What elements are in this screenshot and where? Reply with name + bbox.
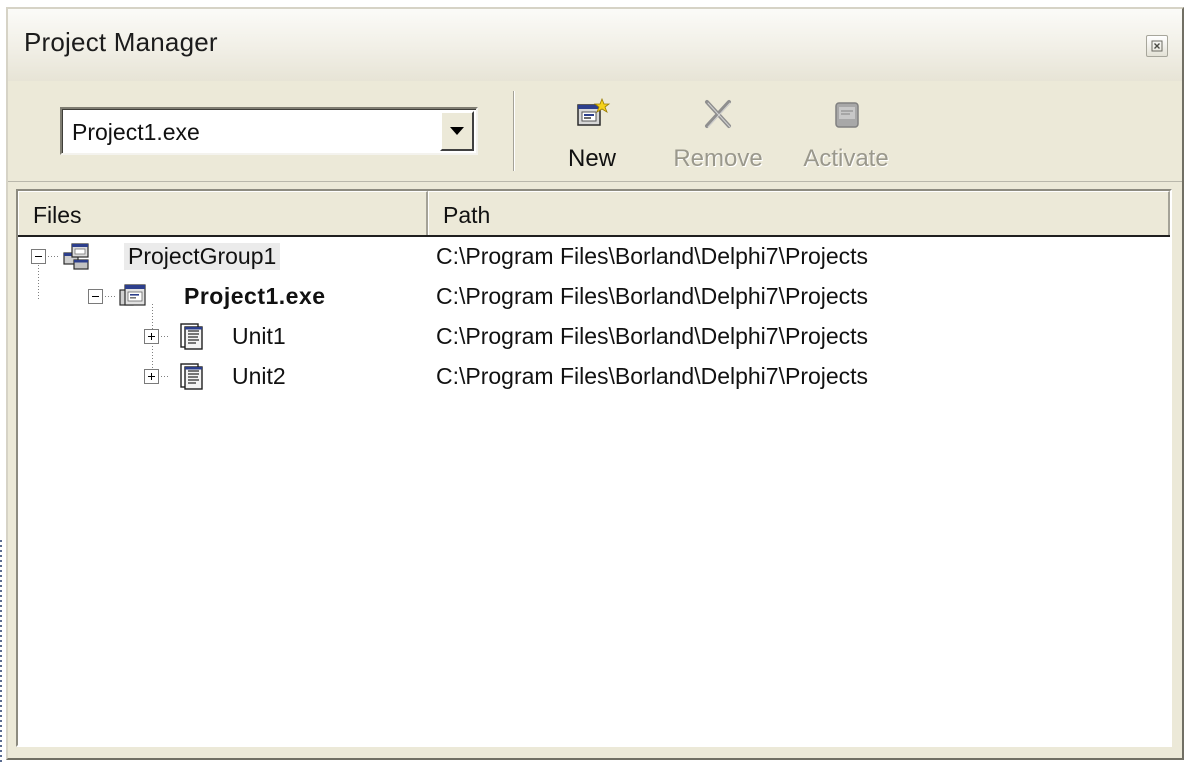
tree-item-path: C:\Program Files\Borland\Delphi7\Project… [436, 283, 869, 309]
close-icon [1151, 40, 1163, 52]
project-select-dropdown-button[interactable] [440, 111, 474, 151]
tree-item-path: C:\Program Files\Borland\Delphi7\Project… [436, 323, 869, 349]
remove-button-label: Remove [673, 145, 763, 172]
tree-item-label: Project1.exe [184, 283, 326, 309]
tree-row[interactable]: ProjectGroup1 C:\Program Files\Borland\D… [18, 237, 1170, 277]
tree-item-label: ProjectGroup1 [124, 243, 281, 270]
remove-button[interactable]: Remove [660, 91, 776, 175]
project-tree-listview[interactable]: Files Path ProjectGroup1 C:\Program File… [16, 189, 1172, 747]
tree-item-path: C:\Program Files\Borland\Delphi7\Project… [436, 363, 869, 389]
new-button-label: New [567, 145, 616, 172]
chevron-down-icon [450, 127, 464, 135]
project-group-icon [63, 243, 89, 270]
tree-row[interactable]: Unit1 C:\Program Files\Borland\Delphi7\P… [18, 317, 1170, 357]
collapse-toggle[interactable] [88, 289, 103, 304]
column-path[interactable]: Path [428, 191, 1170, 235]
tree-item-label: Unit2 [232, 363, 286, 389]
unit-file-icon [180, 363, 203, 390]
column-header: Files Path [18, 191, 1170, 237]
project-select-value: Project1.exe [72, 119, 200, 145]
title-bar[interactable]: Project Manager [8, 9, 1182, 81]
tree-row[interactable]: Unit2 C:\Program Files\Borland\Delphi7\P… [18, 357, 1170, 397]
activate-icon [835, 102, 859, 128]
unit-file-icon [180, 323, 203, 350]
close-button[interactable] [1146, 35, 1168, 57]
collapse-toggle[interactable] [31, 249, 46, 264]
tree-view: ProjectGroup1 C:\Program Files\Borland\D… [18, 237, 1170, 745]
toolbar: Project1.exe New Remove Activate [8, 81, 1182, 182]
tree-row[interactable]: Project1.exe C:\Program Files\Borland\De… [18, 277, 1170, 317]
background-edge [0, 540, 2, 763]
project-exe-icon [119, 284, 146, 306]
new-project-icon [577, 97, 611, 126]
column-files[interactable]: Files [18, 191, 428, 235]
window-title: Project Manager [24, 27, 218, 57]
remove-x-icon [705, 100, 731, 128]
activate-button[interactable]: Activate [792, 91, 900, 175]
tree-item-label: Unit1 [232, 323, 286, 349]
tree-item-path: C:\Program Files\Borland\Delphi7\Project… [436, 243, 869, 269]
project-select[interactable]: Project1.exe [60, 107, 478, 155]
expand-toggle[interactable] [144, 329, 159, 344]
toolbar-separator [513, 91, 515, 171]
new-button[interactable]: New [560, 91, 624, 175]
project-manager-window: Project Manager Project1.exe New Remove … [6, 7, 1184, 760]
expand-toggle[interactable] [144, 369, 159, 384]
activate-button-label: Activate [803, 145, 889, 172]
